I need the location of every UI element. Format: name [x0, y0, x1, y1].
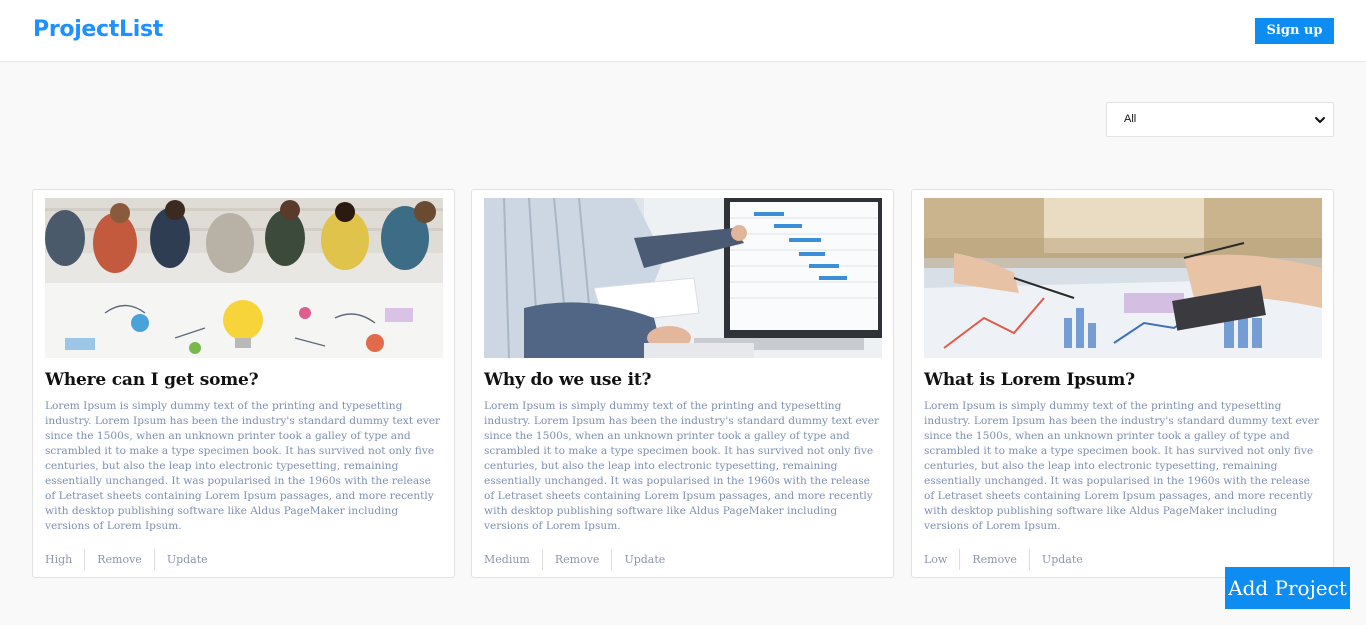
project-card: Why do we use it? Lorem Ipsum is simply …	[471, 189, 894, 578]
priority-label: High	[45, 549, 86, 570]
app-logo[interactable]: ProjectList	[33, 17, 163, 42]
update-link[interactable]: Update	[612, 549, 677, 570]
chevron-down-icon	[1315, 117, 1325, 123]
team-brainstorm-photo	[45, 198, 443, 358]
gantt-chart-monitor-photo	[484, 198, 882, 358]
project-card: Where can I get some? Lorem Ipsum is sim…	[32, 189, 455, 578]
card-actions: Medium Remove Update	[484, 549, 677, 570]
card-title: What is Lorem Ipsum?	[924, 370, 1135, 390]
update-link[interactable]: Update	[155, 549, 220, 570]
update-link[interactable]: Update	[1030, 549, 1095, 570]
card-description: Lorem Ipsum is simply dummy text of the …	[45, 400, 441, 532]
priority-label: Medium	[484, 549, 543, 570]
signup-button[interactable]: Sign up	[1255, 18, 1334, 44]
charts-paperwork-photo	[924, 198, 1322, 358]
filter-selected-value: All	[1124, 113, 1137, 125]
card-description: Lorem Ipsum is simply dummy text of the …	[924, 400, 1320, 532]
priority-label: Low	[924, 549, 961, 570]
remove-link[interactable]: Remove	[960, 549, 1030, 570]
card-actions: Low Remove Update	[924, 549, 1095, 570]
card-actions: High Remove Update	[45, 549, 220, 570]
priority-filter-select[interactable]: All	[1106, 102, 1334, 137]
project-card: What is Lorem Ipsum? Lorem Ipsum is simp…	[911, 189, 1334, 578]
remove-link[interactable]: Remove	[543, 549, 613, 570]
add-project-button[interactable]: Add Project	[1225, 567, 1350, 609]
remove-link[interactable]: Remove	[85, 549, 155, 570]
card-description: Lorem Ipsum is simply dummy text of the …	[484, 400, 880, 532]
card-title: Where can I get some?	[45, 370, 259, 390]
top-navbar: ProjectList Sign up	[0, 0, 1366, 62]
card-title: Why do we use it?	[484, 370, 652, 390]
